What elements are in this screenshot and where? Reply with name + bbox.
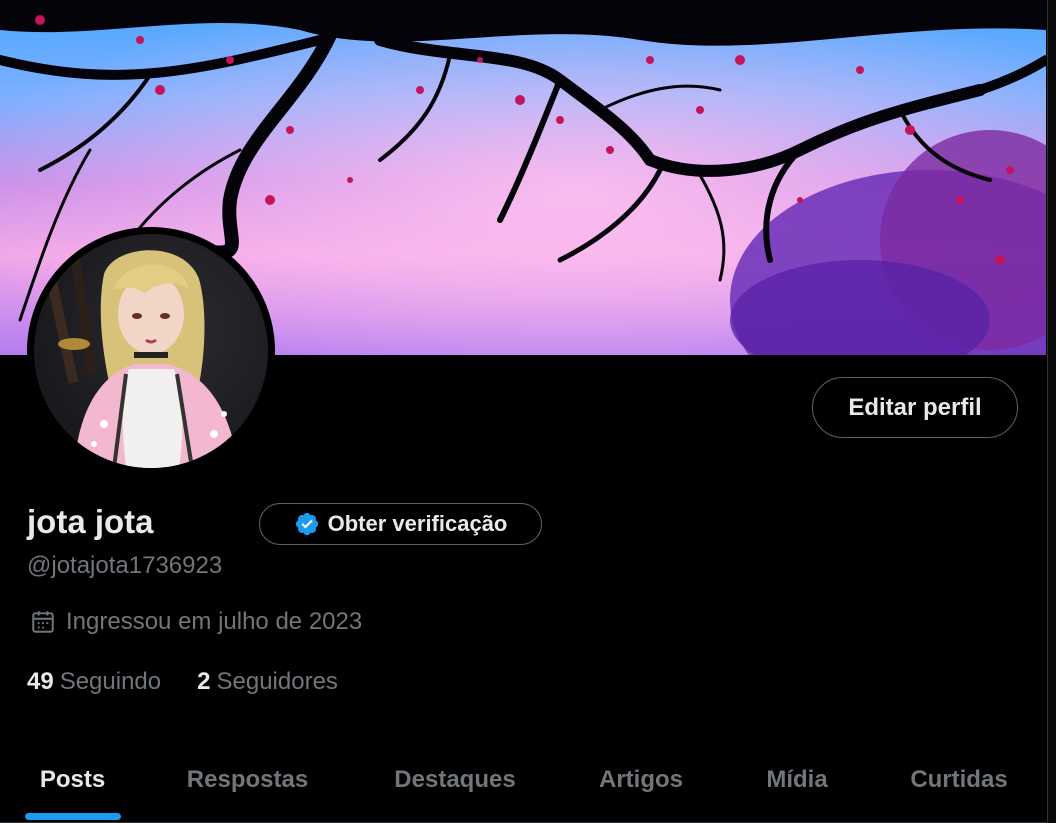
tab-destaques[interactable]: Destaques (350, 738, 560, 822)
edit-profile-button[interactable]: Editar perfil (812, 377, 1018, 438)
tab-label: Mídia (766, 766, 828, 793)
tab-midia[interactable]: Mídia (722, 738, 872, 822)
tab-label: Posts (39, 766, 106, 793)
following-label: Seguindo (59, 668, 162, 695)
tab-label: Respostas (186, 766, 309, 793)
followers-label: Seguidores (216, 668, 338, 695)
profile-avatar[interactable] (27, 227, 275, 475)
tab-label: Destaques (394, 766, 516, 793)
avatar-image (34, 234, 268, 468)
tab-artigos[interactable]: Artigos (560, 738, 722, 822)
tab-label: Artigos (599, 766, 683, 793)
get-verified-button[interactable]: Obter verificação (259, 503, 542, 545)
profile-tabs: Posts Respostas Destaques Artigos Mídia … (0, 738, 1046, 823)
followers-count: 2 (197, 668, 211, 695)
follow-stats: 49 Seguindo 2 Seguidores (27, 668, 338, 696)
following-count: 49 (27, 668, 54, 695)
tab-curtidas[interactable]: Curtidas (872, 738, 1046, 822)
tab-respostas[interactable]: Respostas (145, 738, 350, 822)
window-border (1047, 0, 1056, 823)
followers-link[interactable]: 2 Seguidores (197, 668, 338, 696)
tab-posts[interactable]: Posts (0, 738, 145, 822)
user-handle: @jotajota1736923 (27, 552, 223, 579)
verified-badge-icon (295, 512, 318, 536)
display-name: jota jota (27, 503, 154, 540)
following-link[interactable]: 49 Seguindo (27, 668, 161, 696)
active-tab-indicator (24, 813, 121, 820)
calendar-icon (32, 611, 54, 633)
joined-date-text: Ingressou em julho de 2023 (66, 608, 363, 635)
tab-label: Curtidas (910, 766, 1008, 793)
joined-date: Ingressou em julho de 2023 (30, 608, 362, 636)
get-verified-label: Obter verificação (327, 511, 508, 536)
